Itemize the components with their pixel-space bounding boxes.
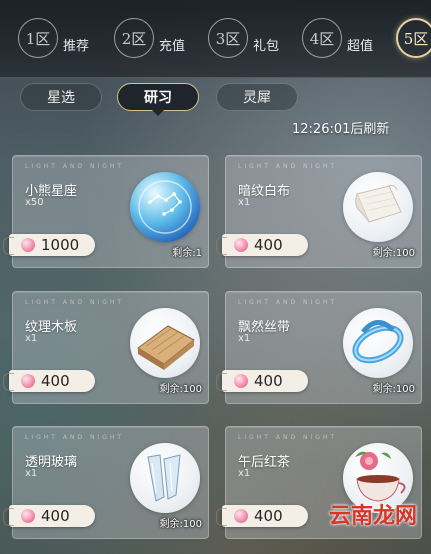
gem-currency-icon (21, 238, 35, 252)
shop-item-card[interactable]: LIGHT AND NIGHT 小熊星座 x50 1000 剩余:1 (3, 155, 209, 268)
zone-nav: 1区 推荐 2区 充值 3区 礼包 4区 超值 5区 (0, 0, 431, 78)
remaining-stock: 剩余:100 (372, 384, 415, 395)
remaining-stock: 剩余:100 (159, 384, 202, 395)
price-tag[interactable]: 400 (3, 370, 95, 392)
item-qty: x1 (238, 468, 251, 479)
item-qty: x1 (238, 333, 251, 344)
gem-currency-icon (234, 374, 248, 388)
price-value: 1000 (41, 236, 80, 254)
shop-item-card[interactable]: LIGHT AND NIGHT 飘然丝带 x1 400 剩余:100 (216, 291, 422, 404)
item-qty: x1 (25, 468, 38, 479)
gem-currency-icon (21, 509, 35, 523)
price-value: 400 (254, 507, 283, 525)
glass-shard-icon (130, 443, 200, 513)
card-watermark: LIGHT AND NIGHT (25, 434, 125, 441)
price-tag[interactable]: 400 (3, 505, 95, 527)
shop-item-card[interactable]: LIGHT AND NIGHT 午后红茶 x1 400 云南龙网 (216, 426, 422, 539)
zone-tab-3[interactable]: 3区 礼包 (208, 18, 279, 58)
item-qty: x1 (25, 333, 38, 344)
remaining-stock: 剩余:100 (159, 519, 202, 530)
price-tag[interactable]: 1000 (3, 234, 95, 256)
price-value: 400 (41, 507, 70, 525)
tab-xingxuan[interactable]: 星选 (20, 83, 102, 111)
price-tag[interactable]: 400 (216, 234, 308, 256)
gem-currency-icon (234, 509, 248, 523)
card-watermark: LIGHT AND NIGHT (25, 299, 125, 306)
ursa-orb-icon (130, 172, 200, 242)
price-tag[interactable]: 400 (216, 370, 308, 392)
remaining-stock: 剩余:100 (372, 248, 415, 259)
remaining-stock: 剩余:1 (172, 248, 202, 259)
zone-label-2: 充值 (159, 38, 186, 54)
price-value: 400 (41, 372, 70, 390)
tab-lingxi[interactable]: 灵犀 (216, 83, 298, 111)
zone-label-4: 超值 (347, 38, 374, 54)
zone-tab-5[interactable]: 5区 (396, 18, 431, 58)
zone-number-2: 2区 (114, 18, 154, 58)
zone-tab-1[interactable]: 1区 推荐 (18, 18, 89, 58)
card-watermark: LIGHT AND NIGHT (25, 163, 125, 170)
wood-plank-icon (130, 308, 200, 378)
zone-label-1: 推荐 (63, 38, 90, 54)
card-watermark: LIGHT AND NIGHT (238, 434, 338, 441)
silk-ribbon-icon (343, 308, 413, 378)
price-tag[interactable]: 400 (216, 505, 308, 527)
zone-number-5: 5区 (396, 18, 431, 58)
site-watermark: 云南龙网 (328, 504, 417, 529)
card-watermark: LIGHT AND NIGHT (238, 299, 338, 306)
gem-currency-icon (21, 374, 35, 388)
item-qty: x50 (25, 197, 44, 208)
zone-tab-4[interactable]: 4区 超值 (302, 18, 373, 58)
category-tabs: 星选 研习 灵犀 (0, 83, 431, 113)
zone-number-1: 1区 (18, 18, 58, 58)
active-tab-caret (152, 110, 164, 116)
zone-label-3: 礼包 (253, 38, 280, 54)
shop-item-card[interactable]: LIGHT AND NIGHT 透明玻璃 x1 400 剩余:100 (3, 426, 209, 539)
white-cloth-icon (343, 172, 413, 242)
zone-tab-2[interactable]: 2区 充值 (114, 18, 185, 58)
refresh-timer: 12:26:01后刷新 (292, 122, 390, 137)
shop-item-card[interactable]: LIGHT AND NIGHT 暗纹白布 x1 400 剩余:100 (216, 155, 422, 268)
price-value: 400 (254, 372, 283, 390)
gem-currency-icon (234, 238, 248, 252)
price-value: 400 (254, 236, 283, 254)
tab-yanxi[interactable]: 研习 (117, 83, 199, 111)
card-watermark: LIGHT AND NIGHT (238, 163, 338, 170)
zone-number-4: 4区 (302, 18, 342, 58)
item-qty: x1 (238, 197, 251, 208)
shop-item-card[interactable]: LIGHT AND NIGHT 纹理木板 x1 400 剩余:100 (3, 291, 209, 404)
zone-number-3: 3区 (208, 18, 248, 58)
